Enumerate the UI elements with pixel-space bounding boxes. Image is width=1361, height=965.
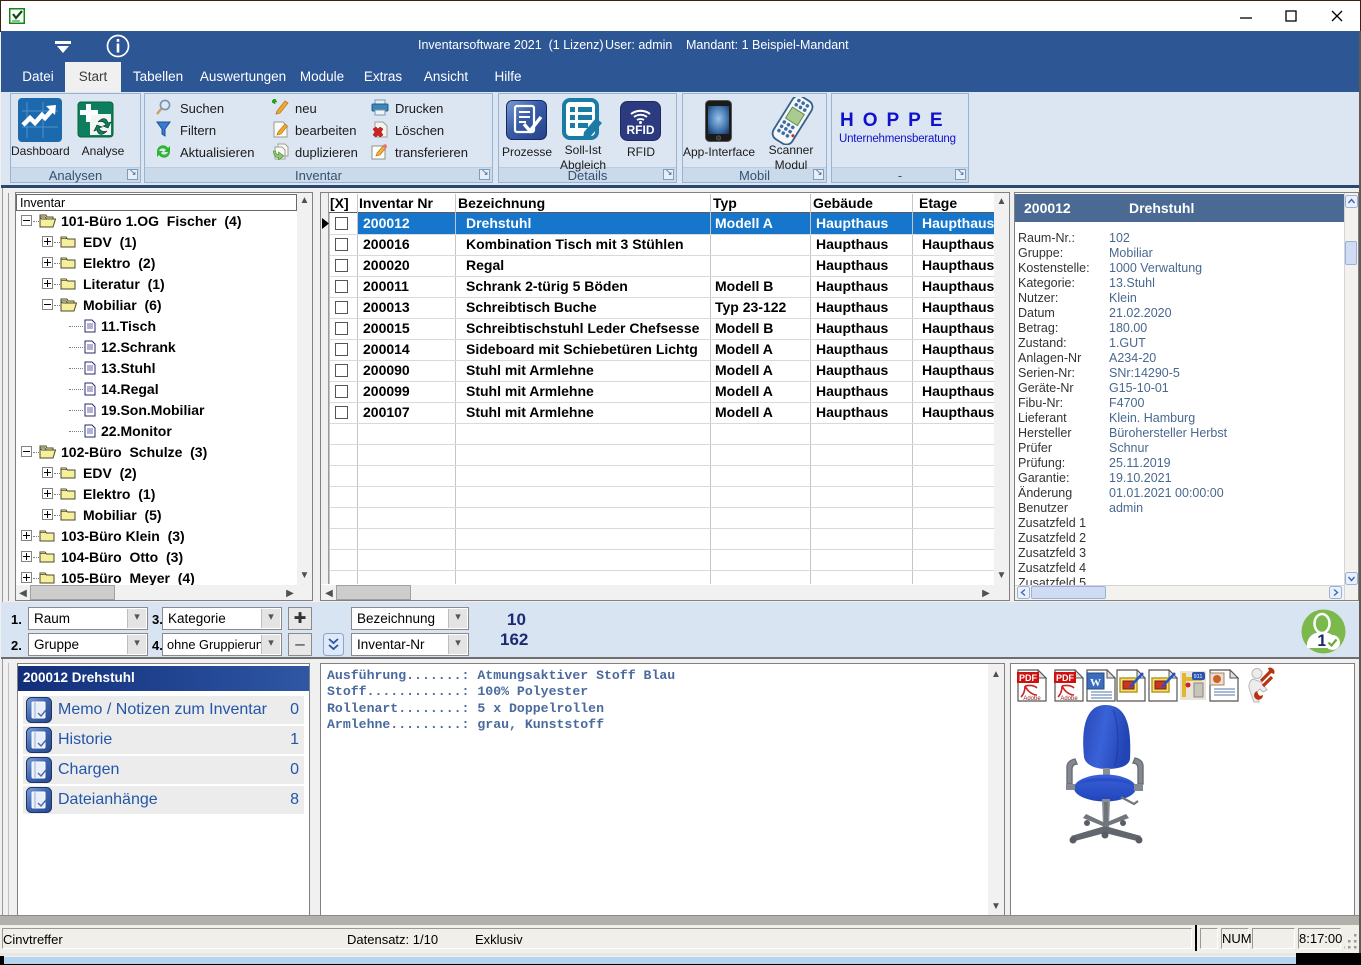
svg-text:911: 911	[1194, 674, 1203, 680]
svg-text:RFID: RFID	[627, 123, 655, 137]
svg-text:PDF: PDF	[1019, 673, 1038, 683]
svg-text:Adobe: Adobe	[1023, 696, 1041, 702]
svg-text:W: W	[1090, 677, 1101, 689]
svg-text:PDF: PDF	[1056, 673, 1075, 683]
